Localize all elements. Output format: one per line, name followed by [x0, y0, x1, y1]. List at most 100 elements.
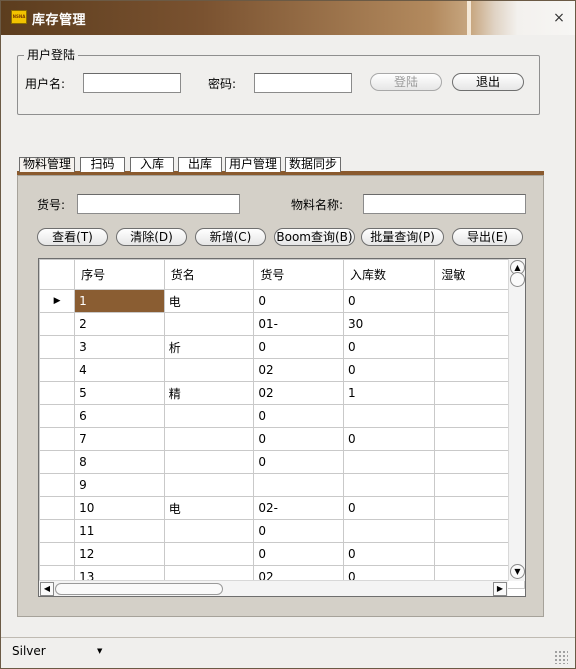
row-indicator[interactable] [39, 519, 76, 543]
row-indicator[interactable] [39, 496, 76, 520]
batch-query-button[interactable]: 批量查询(P) [361, 228, 444, 246]
chevron-down-icon[interactable]: ▼ [97, 647, 102, 655]
cell-stock-in-qty[interactable]: 30 [342, 312, 436, 336]
table-row[interactable]: 10 电 02- 0 [39, 496, 525, 520]
materials-grid[interactable]: 序号 货名 货号 入库数 湿敏 ▶ 1 电 0 0 2 01- 30 3 析 0 0 4 02 0 5 精 02 1… [38, 258, 526, 597]
scroll-down-icon[interactable]: ▼ [510, 564, 525, 579]
cell-part-no[interactable]: 0 [253, 427, 344, 451]
cell-name[interactable] [163, 404, 255, 428]
cell-serial[interactable]: 8 [74, 450, 165, 474]
cell-name[interactable] [163, 427, 255, 451]
cell-serial[interactable]: 5 [74, 381, 165, 405]
scroll-left-icon[interactable]: ◀ [40, 582, 54, 596]
cell-stock-in-qty[interactable]: 0 [342, 335, 436, 359]
table-row[interactable]: 7 00 [39, 427, 525, 451]
cell-name[interactable] [163, 312, 255, 336]
part-no-field[interactable] [77, 194, 240, 214]
row-indicator[interactable] [39, 381, 76, 405]
header-stock-in-qty[interactable]: 入库数 [342, 259, 436, 290]
cell-part-no[interactable]: 02- [253, 496, 344, 520]
horizontal-scrollbar[interactable]: ◀ ▶ [39, 580, 508, 596]
cell-stock-in-qty[interactable]: 0 [342, 358, 436, 382]
cell-part-no[interactable]: 0 [253, 542, 344, 566]
table-row[interactable]: 2 01- 30 [39, 312, 525, 336]
table-row[interactable]: 11 0 [39, 519, 525, 543]
row-indicator[interactable] [39, 312, 76, 336]
row-indicator[interactable] [39, 358, 76, 382]
title-bar[interactable]: NSNA 库存管理 × [1, 1, 575, 35]
cell-serial[interactable]: 6 [74, 404, 165, 428]
theme-selector[interactable]: Silver [12, 644, 46, 658]
row-indicator[interactable] [39, 450, 76, 474]
table-row[interactable]: 9 [39, 473, 525, 497]
row-indicator[interactable] [39, 427, 76, 451]
cell-name[interactable] [163, 450, 255, 474]
cell-part-no[interactable]: 01- [253, 312, 344, 336]
export-button[interactable]: 导出(E) [452, 228, 523, 246]
cell-serial[interactable]: 12 [74, 542, 165, 566]
table-row[interactable]: 3析00 [39, 335, 525, 359]
cell-name[interactable]: 析 [163, 335, 255, 359]
close-icon[interactable]: × [551, 10, 567, 26]
cell-part-no[interactable]: 0 [253, 404, 344, 428]
cell-serial[interactable]: 9 [74, 473, 165, 497]
cell-part-no[interactable]: 02 [253, 381, 344, 405]
material-name-field[interactable] [363, 194, 526, 214]
cell-part-no[interactable]: 0 [253, 289, 344, 313]
cell-stock-in-qty[interactable]: 0 [342, 542, 436, 566]
cell-name[interactable] [163, 542, 255, 566]
table-row[interactable]: 4 02 0 [39, 358, 525, 382]
cell-serial[interactable]: 3 [74, 335, 165, 359]
scroll-thumb[interactable] [510, 272, 525, 287]
cell-serial[interactable]: 1 [74, 289, 165, 313]
row-indicator[interactable]: ▶ [39, 289, 76, 313]
cell-stock-in-qty[interactable] [342, 450, 436, 474]
cell-name[interactable] [163, 519, 255, 543]
logout-button[interactable]: 退出 [452, 73, 524, 91]
cell-serial[interactable]: 4 [74, 358, 165, 382]
tab-materials[interactable]: 物料管理 [19, 157, 75, 172]
table-row[interactable]: 80 [39, 450, 525, 474]
cell-serial[interactable]: 7 [74, 427, 165, 451]
tab-outbound[interactable]: 出库 [178, 157, 222, 172]
table-row[interactable]: ▶ 1 电 0 0 [39, 289, 525, 313]
cell-stock-in-qty[interactable]: 0 [342, 289, 436, 313]
cell-part-no[interactable]: 0 [253, 519, 344, 543]
cell-serial[interactable]: 10 [74, 496, 165, 520]
table-row[interactable]: 12 0 0 [39, 542, 525, 566]
table-row[interactable]: 5 精 02 1 [39, 381, 525, 405]
cell-stock-in-qty[interactable]: 0 [342, 427, 436, 451]
tab-sync[interactable]: 数据同步 [285, 157, 341, 172]
cell-stock-in-qty[interactable] [342, 473, 436, 497]
cell-stock-in-qty[interactable] [342, 404, 436, 428]
resize-grip-icon[interactable] [554, 650, 568, 664]
row-indicator[interactable] [39, 404, 76, 428]
clear-button[interactable]: 清除(D) [116, 228, 187, 246]
cell-name[interactable]: 电 [163, 289, 255, 313]
cell-serial[interactable]: 11 [74, 519, 165, 543]
username-field[interactable] [83, 73, 181, 93]
row-indicator[interactable] [39, 542, 76, 566]
horizontal-scroll-thumb[interactable] [55, 583, 223, 595]
cell-name[interactable] [163, 473, 255, 497]
header-part-no[interactable]: 货号 [253, 259, 344, 290]
password-field[interactable] [254, 73, 352, 93]
tab-inbound[interactable]: 入库 [130, 157, 174, 172]
boom-query-button[interactable]: Boom查询(B) [274, 228, 355, 246]
scroll-right-icon[interactable]: ▶ [493, 582, 507, 596]
cell-stock-in-qty[interactable]: 0 [342, 496, 436, 520]
table-row[interactable]: 60 [39, 404, 525, 428]
row-indicator[interactable] [39, 473, 76, 497]
cell-serial[interactable]: 2 [74, 312, 165, 336]
tab-users[interactable]: 用户管理 [225, 157, 281, 172]
tab-scan[interactable]: 扫码 [80, 157, 125, 172]
row-indicator[interactable] [39, 335, 76, 359]
add-button[interactable]: 新增(C) [195, 228, 266, 246]
cell-part-no[interactable]: 0 [253, 450, 344, 474]
cell-name[interactable]: 精 [163, 381, 255, 405]
cell-part-no[interactable]: 02 [253, 358, 344, 382]
cell-name[interactable] [163, 358, 255, 382]
cell-stock-in-qty[interactable]: 1 [342, 381, 436, 405]
login-button[interactable]: 登陆 [370, 73, 442, 91]
cell-part-no[interactable] [253, 473, 344, 497]
